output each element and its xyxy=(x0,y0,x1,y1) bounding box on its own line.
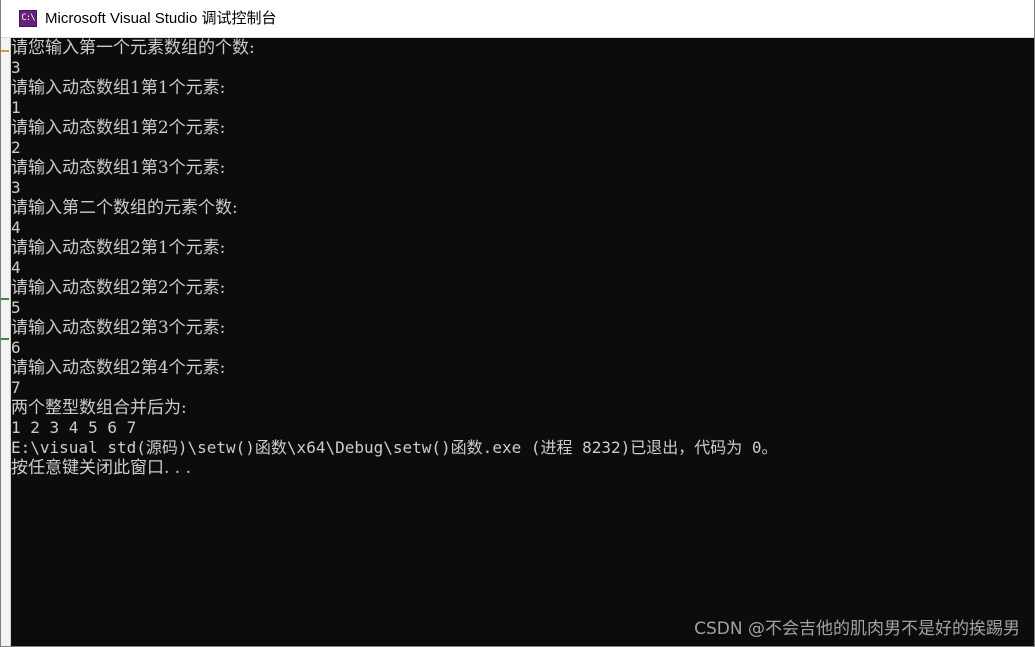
console-line: 7 xyxy=(11,378,21,397)
console-line: 按任意键关闭此窗口. . . xyxy=(11,458,192,478)
console-output[interactable]: 请您输入第一个元素数组的个数: 3 请输入动态数组1第1个元素: 1 请输入动态… xyxy=(11,38,1031,638)
console-line: 1 xyxy=(11,98,21,117)
console-line: 请输入动态数组2第2个元素: xyxy=(11,278,226,298)
editor-margin-mark xyxy=(1,50,9,52)
console-line: 请输入动态数组2第3个元素: xyxy=(11,318,226,338)
console-window: C:\ Microsoft Visual Studio 调试控制台 请您输入第一… xyxy=(0,0,1035,647)
console-app-icon: C:\ xyxy=(19,10,37,27)
console-line: 3 xyxy=(11,178,21,197)
console-line: 请输入第二个数组的元素个数: xyxy=(11,198,238,218)
window-title: Microsoft Visual Studio 调试控制台 xyxy=(45,10,277,27)
console-line: 2 xyxy=(11,138,21,157)
console-line: 请输入动态数组1第3个元素: xyxy=(11,158,226,178)
editor-margin-mark xyxy=(1,338,9,340)
console-line: 1 2 3 4 5 6 7 xyxy=(11,418,137,437)
console-line: 请输入动态数组2第4个元素: xyxy=(11,358,226,378)
console-line: 请输入动态数组1第1个元素: xyxy=(11,78,226,98)
console-line: 请您输入第一个元素数组的个数: xyxy=(11,38,255,58)
console-line: 4 xyxy=(11,258,21,277)
background-window-edge xyxy=(1,38,11,646)
console-line: E:\visual std(源码)\setw()函数\x64\Debug\set… xyxy=(11,438,778,457)
console-line: 3 xyxy=(11,58,21,77)
console-line: 5 xyxy=(11,298,21,317)
console-line: 请输入动态数组1第2个元素: xyxy=(11,118,226,138)
csdn-watermark: CSDN @不会吉他的肌肉男不是好的挨踢男 xyxy=(694,619,1020,639)
console-line: 6 xyxy=(11,338,21,357)
editor-margin-mark xyxy=(1,298,9,300)
title-bar[interactable]: C:\ Microsoft Visual Studio 调试控制台 xyxy=(1,0,1034,38)
console-line: 请输入动态数组2第1个元素: xyxy=(11,238,226,258)
console-line: 4 xyxy=(11,218,21,237)
console-line: 两个整型数组合并后为: xyxy=(11,398,187,418)
